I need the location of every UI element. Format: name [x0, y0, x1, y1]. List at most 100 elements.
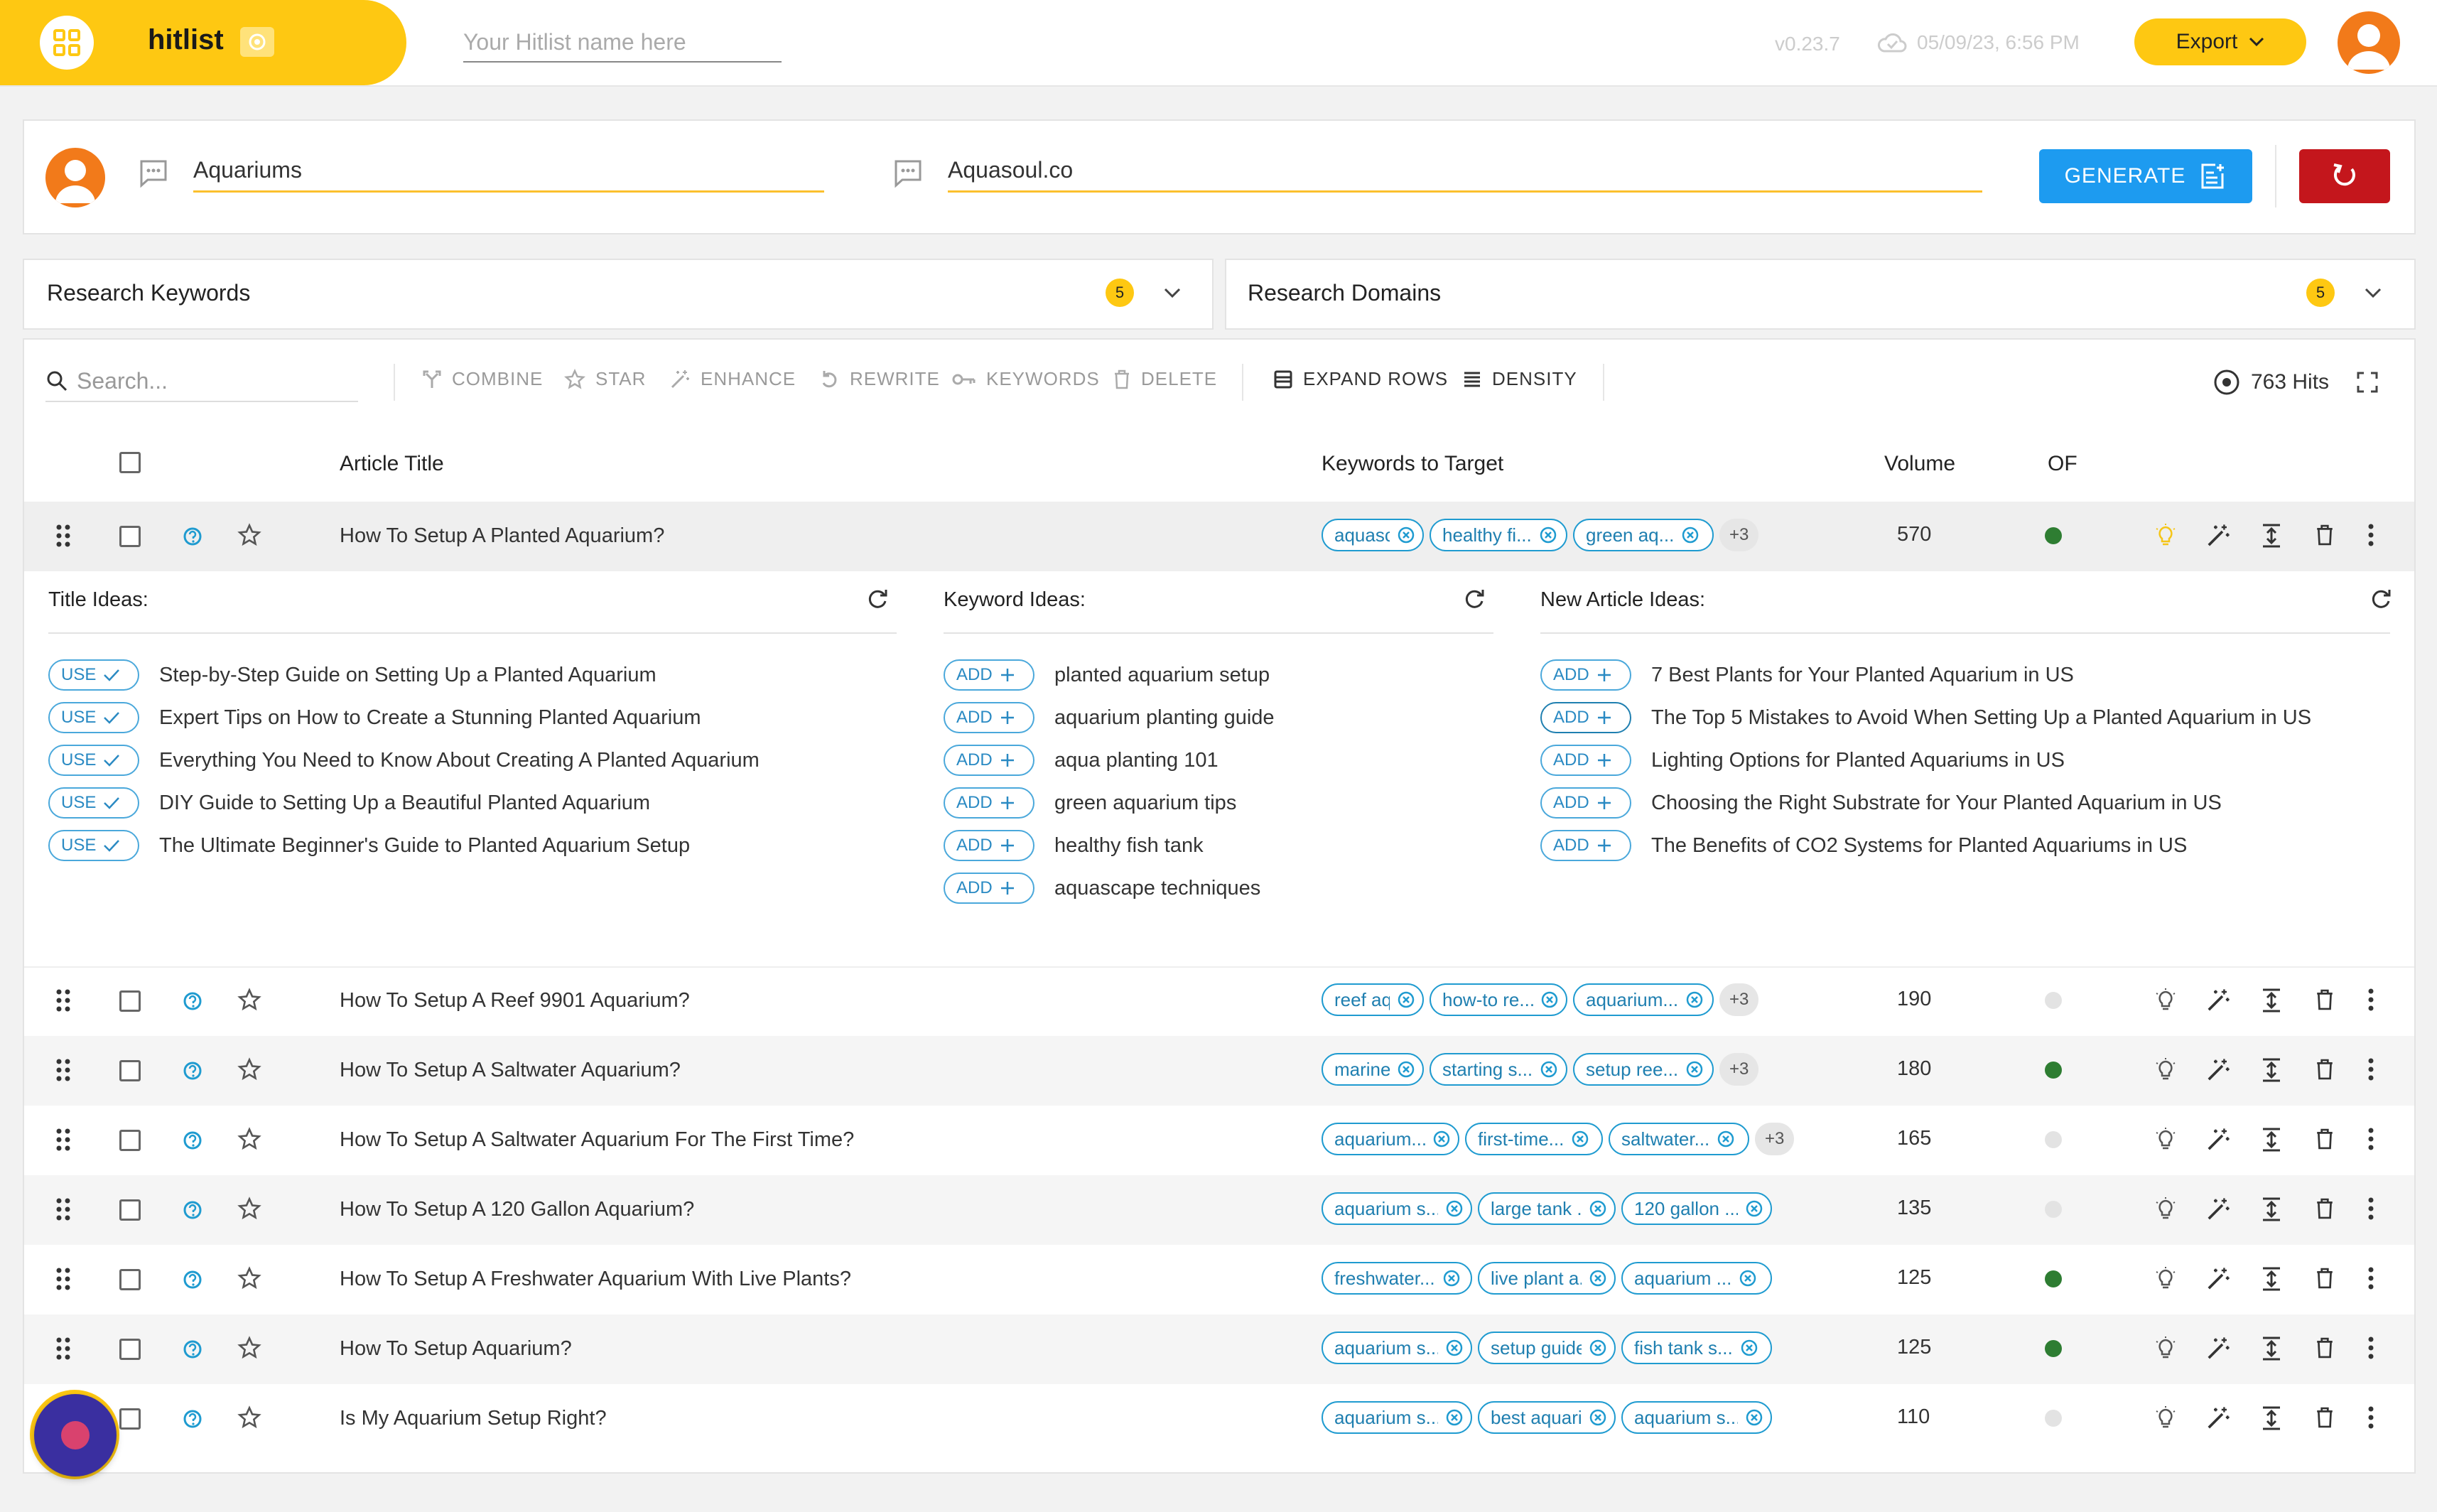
magic-wand-icon[interactable] — [2205, 1405, 2231, 1431]
search-input[interactable] — [77, 367, 347, 394]
keyword-chip[interactable]: live plant a... — [1478, 1262, 1616, 1295]
remove-chip-icon[interactable] — [1571, 1130, 1589, 1148]
keyword-chip[interactable]: aquarium s... — [1621, 1401, 1772, 1434]
keyword-chip[interactable]: saltwater... — [1609, 1123, 1749, 1155]
keyword-chip[interactable]: aquarium s... — [1322, 1332, 1472, 1364]
trash-icon[interactable] — [2315, 1336, 2335, 1360]
star-icon[interactable] — [237, 1405, 261, 1430]
help-icon[interactable] — [182, 1269, 203, 1290]
more-vertical-icon[interactable] — [2367, 1197, 2374, 1221]
apps-grid-icon[interactable] — [40, 16, 94, 70]
more-keywords-badge[interactable]: +3 — [1719, 1053, 1759, 1086]
keyword-chip[interactable]: aquarium ... — [1621, 1262, 1772, 1295]
keyword-chip[interactable]: freshwater... — [1322, 1262, 1472, 1295]
trash-icon[interactable] — [2315, 523, 2335, 547]
remove-chip-icon[interactable] — [1740, 1339, 1758, 1357]
export-button[interactable]: Export — [2134, 18, 2306, 65]
remove-chip-icon[interactable] — [1685, 1060, 1704, 1079]
density-button[interactable]: DENSITY — [1462, 368, 1577, 390]
keyword-chip[interactable]: first-time... — [1465, 1123, 1603, 1155]
article-title[interactable]: How To Setup Aquarium? — [340, 1337, 572, 1361]
expand-vertical-icon[interactable] — [2261, 523, 2282, 549]
use-button[interactable]: USE — [48, 745, 139, 776]
more-keywords-badge[interactable]: +3 — [1755, 1123, 1795, 1155]
more-vertical-icon[interactable] — [2367, 1266, 2374, 1290]
add-button[interactable]: ADD — [1540, 702, 1631, 733]
article-title[interactable]: Is My Aquarium Setup Right? — [340, 1407, 607, 1430]
more-keywords-badge[interactable]: +3 — [1719, 983, 1759, 1016]
record-button[interactable] — [34, 1394, 117, 1476]
rewrite-button[interactable]: REWRITE — [818, 368, 940, 390]
trash-icon[interactable] — [2315, 988, 2335, 1012]
article-title[interactable]: How To Setup A Saltwater Aquarium For Th… — [340, 1128, 854, 1152]
use-button[interactable]: USE — [48, 659, 139, 691]
expand-vertical-icon[interactable] — [2261, 1336, 2282, 1361]
magic-wand-icon[interactable] — [2205, 523, 2231, 549]
row-checkbox[interactable] — [119, 1339, 141, 1360]
magic-wand-icon[interactable] — [2205, 1057, 2231, 1083]
select-all-checkbox[interactable] — [119, 452, 141, 473]
trash-icon[interactable] — [2315, 1057, 2335, 1081]
help-icon[interactable] — [182, 1408, 203, 1430]
generate-button[interactable]: GENERATE — [2039, 149, 2252, 203]
keyword-chip[interactable]: aquarium... — [1573, 983, 1714, 1016]
magic-wand-icon[interactable] — [2205, 988, 2231, 1013]
more-vertical-icon[interactable] — [2367, 1405, 2374, 1430]
keyword-chip[interactable]: fish tank s... — [1621, 1332, 1772, 1364]
keywords-button[interactable]: KEYWORDS — [952, 368, 1100, 390]
remove-chip-icon[interactable] — [1739, 1269, 1757, 1287]
magic-wand-icon[interactable] — [2205, 1197, 2231, 1222]
remove-chip-icon[interactable] — [1589, 1339, 1607, 1357]
star-icon[interactable] — [237, 988, 261, 1012]
drag-handle-icon[interactable] — [55, 1336, 71, 1361]
drag-handle-icon[interactable] — [55, 1266, 71, 1292]
search-box[interactable] — [45, 361, 358, 402]
row-checkbox[interactable] — [119, 526, 141, 547]
remove-chip-icon[interactable] — [1540, 1060, 1558, 1079]
keyword-chip[interactable]: reef aqua... — [1322, 983, 1424, 1016]
keyword-chip[interactable]: starting s... — [1430, 1053, 1567, 1086]
use-button[interactable]: USE — [48, 787, 139, 819]
table-row[interactable]: How To Setup A Saltwater Aquarium? marin… — [24, 1036, 2414, 1106]
record-icon[interactable] — [240, 27, 274, 57]
trash-icon[interactable] — [2315, 1266, 2335, 1290]
star-icon[interactable] — [237, 1127, 261, 1151]
keyword-chip[interactable]: marine ta... — [1322, 1053, 1424, 1086]
table-row[interactable]: How To Setup A Saltwater Aquarium For Th… — [24, 1106, 2414, 1175]
column-volume[interactable]: Volume — [1884, 452, 1955, 476]
lightbulb-icon[interactable] — [2153, 1197, 2178, 1222]
table-row[interactable]: How To Setup Aquarium? aquarium s... setu… — [24, 1314, 2414, 1384]
topic-field[interactable]: Aquariums — [193, 149, 824, 193]
expand-vertical-icon[interactable] — [2261, 1405, 2282, 1431]
remove-chip-icon[interactable] — [1717, 1130, 1735, 1148]
star-icon[interactable] — [237, 1336, 261, 1360]
reset-button[interactable] — [2299, 149, 2390, 203]
expand-rows-button[interactable]: EXPAND ROWS — [1273, 368, 1448, 390]
expand-vertical-icon[interactable] — [2261, 1266, 2282, 1292]
lightbulb-icon[interactable] — [2153, 1057, 2178, 1083]
remove-chip-icon[interactable] — [1681, 526, 1700, 544]
lightbulb-icon[interactable] — [2153, 523, 2178, 549]
keyword-chip[interactable]: healthy fi... — [1430, 519, 1567, 551]
more-vertical-icon[interactable] — [2367, 1336, 2374, 1360]
add-button[interactable]: ADD — [1540, 659, 1631, 691]
trash-icon[interactable] — [2315, 1197, 2335, 1221]
add-button[interactable]: ADD — [944, 787, 1034, 819]
expand-vertical-icon[interactable] — [2261, 988, 2282, 1013]
table-row[interactable]: How To Setup A Planted Aquarium? aquasca… — [24, 502, 2414, 571]
add-button[interactable]: ADD — [944, 745, 1034, 776]
add-button[interactable]: ADD — [1540, 787, 1631, 819]
delete-button[interactable]: DELETE — [1113, 368, 1217, 390]
more-vertical-icon[interactable] — [2367, 988, 2374, 1012]
magic-wand-icon[interactable] — [2205, 1127, 2231, 1152]
drag-handle-icon[interactable] — [55, 523, 71, 549]
remove-chip-icon[interactable] — [1539, 526, 1557, 544]
remove-chip-icon[interactable] — [1685, 990, 1704, 1009]
keyword-chip[interactable]: green aq... — [1573, 519, 1714, 551]
expand-vertical-icon[interactable] — [2261, 1197, 2282, 1222]
use-button[interactable]: USE — [48, 702, 139, 733]
row-checkbox[interactable] — [119, 1060, 141, 1081]
article-title[interactable]: How To Setup A Planted Aquarium? — [340, 524, 664, 548]
drag-handle-icon[interactable] — [55, 988, 71, 1013]
remove-chip-icon[interactable] — [1540, 990, 1559, 1009]
